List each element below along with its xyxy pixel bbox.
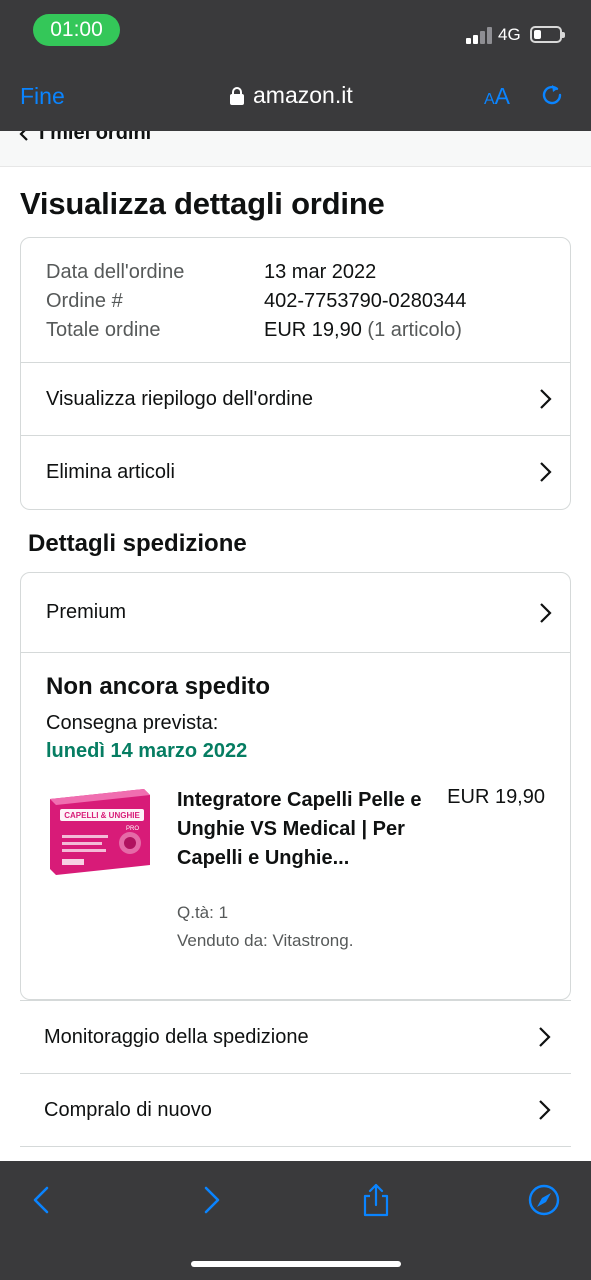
back-icon[interactable] <box>25 1183 59 1217</box>
delivery-date: lunedì 14 marzo 2022 <box>46 740 248 762</box>
browser-top-bar: 01:00 4G Fine amazon.it AA <box>0 0 591 131</box>
divider <box>20 1146 571 1147</box>
done-button[interactable]: Fine <box>20 83 65 110</box>
breadcrumb-label: I miei ordini <box>39 131 152 144</box>
address-bar[interactable]: amazon.it <box>229 82 353 109</box>
delete-items-link[interactable]: Elimina articoli <box>21 435 570 508</box>
order-summary-card: Data dell'ordine 13 mar 2022 Ordine # 40… <box>20 237 571 510</box>
order-number-label: Ordine # <box>46 290 123 312</box>
chevron-left-icon <box>19 131 28 141</box>
chevron-right-icon <box>539 1027 551 1047</box>
product-name-link[interactable]: Integratore Capelli Pelle e Unghie VS Me… <box>177 786 425 873</box>
chevron-right-icon <box>540 602 552 623</box>
delivery-label: Consegna prevista: <box>46 712 219 734</box>
svg-text:PRO: PRO <box>126 826 139 832</box>
network-type: 4G <box>498 25 521 44</box>
battery-icon <box>530 26 565 43</box>
breadcrumb[interactable]: I miei ordini <box>0 131 591 167</box>
shipping-method-label: Premium <box>46 601 127 623</box>
track-shipment-label: Monitoraggio della spedizione <box>44 1025 309 1048</box>
delete-items-label: Elimina articoli <box>46 460 175 483</box>
reload-icon[interactable] <box>538 81 566 109</box>
buy-again-label: Compralo di nuovo <box>44 1098 212 1121</box>
compass-icon[interactable] <box>527 1183 561 1217</box>
page-title: Visualizza dettagli ordine <box>20 186 385 221</box>
forward-icon[interactable] <box>194 1183 228 1217</box>
text-size-button[interactable]: AA <box>484 83 510 110</box>
chevron-right-icon <box>540 462 552 482</box>
order-total-value: EUR 19,90 <box>264 319 362 341</box>
order-date-row: Data dell'ordine 13 mar 2022 <box>46 258 466 287</box>
product-seller: Venduto da: Vitastrong. <box>177 931 354 950</box>
product-quantity: Q.tà: 1 <box>177 903 229 922</box>
shipping-section-title: Dettagli spedizione <box>28 530 247 557</box>
order-date-label: Data dell'ordine <box>46 261 185 283</box>
shipment-status: Non ancora spedito <box>46 673 271 700</box>
order-date-value: 13 mar 2022 <box>264 261 377 283</box>
order-number-row: Ordine # 402-7753790-0280344 <box>46 287 466 316</box>
home-indicator <box>191 1261 401 1267</box>
product-image[interactable]: CAPELLI & UNGHIE PRO <box>46 785 152 875</box>
svg-text:CAPELLI & UNGHIE: CAPELLI & UNGHIE <box>64 811 140 820</box>
order-total-row: Totale ordine EUR 19,90 (1 articolo) <box>46 316 466 345</box>
cellular-signal-icon <box>466 27 492 44</box>
shipping-method-link[interactable]: Premium <box>21 573 570 653</box>
share-icon[interactable] <box>359 1183 393 1217</box>
track-shipment-link[interactable]: Monitoraggio della spedizione <box>20 1000 571 1073</box>
chevron-right-icon <box>539 1100 551 1120</box>
buy-again-link[interactable]: Compralo di nuovo <box>20 1073 571 1146</box>
lock-icon <box>230 86 244 105</box>
url-text: amazon.it <box>253 82 353 108</box>
product-price: EUR 19,90 <box>447 786 545 808</box>
shipping-card: Premium Non ancora spedito Consegna prev… <box>20 572 571 1000</box>
order-number-value: 402-7753790-0280344 <box>264 290 467 312</box>
status-time: 01:00 <box>33 14 120 46</box>
chevron-right-icon <box>540 389 552 409</box>
order-item-count: (1 articolo) <box>367 319 462 341</box>
view-order-summary-label: Visualizza riepilogo dell'ordine <box>46 387 313 410</box>
view-order-summary-link[interactable]: Visualizza riepilogo dell'ordine <box>21 362 570 435</box>
order-total-label: Totale ordine <box>46 319 161 341</box>
